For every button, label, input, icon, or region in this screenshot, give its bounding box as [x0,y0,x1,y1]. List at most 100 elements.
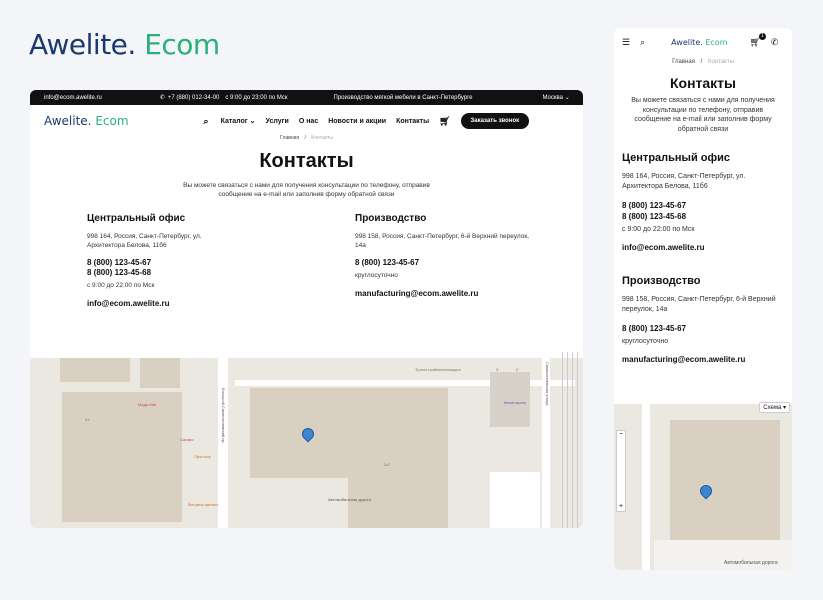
mobile-production-address: 998 158, Россия, Санкт-Петербург, 6-й Ве… [622,296,776,313]
city-select[interactable]: Москва ⌄ [542,94,569,101]
nav-item-news[interactable]: Новости и акции [328,118,386,125]
zoom-in-icon[interactable]: + [617,503,625,511]
production-block: Производство 998 158, Россия, Санкт-Пете… [355,213,530,298]
map-railway [562,352,582,528]
production-address: 998 158, Россия, Санкт-Петербург, 6-й Ве… [355,233,529,249]
topbar-hours: с 9:00 до 23:00 по Мск [225,94,288,101]
mobile-office-email[interactable]: info@ecom.awelite.ru [622,243,782,252]
zoom-out-icon[interactable]: − [617,431,625,439]
office-phone-1[interactable]: 8 (800) 123-45-67 [87,258,237,268]
desktop-map[interactable]: Большой Сампсониевский пр. Сампсониевска… [30,352,583,528]
cart-icon[interactable]: 🛒︎ [439,116,450,127]
map-street-label: Сампсониевская улица [545,362,550,406]
map-house-number: 2 [516,367,519,372]
office-phone-2[interactable]: 8 (800) 123-45-68 [87,268,237,278]
mobile-top-bar: ☰ ⌕ Awelite. Ecom 🛒︎ 1 ✆ [614,28,792,56]
breadcrumb-home[interactable]: Главная [280,135,299,141]
nav-logo-part1: Awelite. [44,114,92,128]
nav-item-services[interactable]: Услуги [266,118,289,125]
map-building [62,392,182,522]
map-house-number: 23 [85,417,90,422]
nav-catalog-label: Каталог [220,118,248,125]
map-type-label: Схема [763,405,782,411]
cart-badge: 1 [758,32,766,40]
search-icon[interactable]: ⌕ [204,116,209,127]
mobile-office-phone-2[interactable]: 8 (800) 123-45-68 [622,211,782,222]
cart-icon[interactable]: 🛒︎ 1 [749,32,766,48]
map-org-label: Трансстроймеханизация [415,367,461,372]
brand-part2: Ecom [144,28,220,61]
map-building [348,388,448,528]
page-lead: Вы можете связаться с нами для получения… [183,182,430,198]
map-building [670,420,780,540]
map-type-select[interactable]: Схема ▾ [759,402,790,413]
brand-part1: Awelite. [29,28,136,61]
topbar-phone[interactable]: +7 (880) 012-34-00 [168,95,220,101]
main-nav: Awelite. Ecom ⌕ Каталог ⌄ Услуги О нас Н… [30,105,583,137]
production-phone[interactable]: 8 (800) 123-45-67 [355,258,530,268]
mobile-production-phone[interactable]: 8 (800) 123-45-67 [622,323,782,334]
map-house-number: 3 [496,367,499,372]
map-poi-label: Автомобильная дорога [328,497,371,502]
breadcrumb: Главная / Контакты [30,135,583,141]
mobile-office-block: Центральный офис 998 164, Россия, Санкт-… [622,152,782,252]
topbar-promo: Производство мягкой мебели в Санкт-Петер… [333,94,473,101]
office-hours: с 9:00 до 22:00 по Мск [87,282,155,289]
desktop-screenshot: info@ecom.awelite.ru ✆ +7 (880) 012-34-0… [30,90,583,528]
map-building [250,388,350,478]
mobile-office-hours: с 9:00 до 22:00 по Мск [622,226,695,233]
nav-logo-part2: Ecom [95,114,129,128]
office-block: Центральный офис 998 164, Россия, Санкт-… [87,213,237,308]
map-poi-label: Магистраль [504,400,526,405]
mobile-breadcrumb: Главная / Контакты [614,59,792,65]
mobile-breadcrumb-home[interactable]: Главная [672,59,695,65]
mobile-production-email[interactable]: manufacturing@ecom.awelite.ru [622,355,782,364]
mobile-office-phone-1[interactable]: 8 (800) 123-45-67 [622,200,782,211]
production-title: Производство [355,213,427,224]
mobile-production-title: Производство [622,275,701,287]
map-poi-label: Витрина фитнес [188,502,219,507]
mobile-screenshot: ☰ ⌕ Awelite. Ecom 🛒︎ 1 ✆ Главная / Контак… [614,28,792,570]
map-poi-label: Автомобильная дорога [724,560,778,566]
map-poi-label: Простоф [194,454,211,459]
office-title: Центральный офис [87,213,186,224]
mobile-breadcrumb-sep: / [700,59,703,65]
map-poi-label: Сакэро [180,437,194,442]
breadcrumb-current: Контакты [311,135,333,141]
map-zoom-control[interactable]: − + [616,430,626,512]
top-bar: info@ecom.awelite.ru ✆ +7 (880) 012-34-0… [30,90,583,105]
production-hours: круглосуточно [355,272,398,279]
map-road [642,400,650,570]
mobile-page-title: Контакты [669,75,736,91]
production-email[interactable]: manufacturing@ecom.awelite.ru [355,289,530,298]
mobile-map[interactable]: − + Схема ▾ Автомобильная дорога [614,400,792,570]
chevron-down-icon: ⌄ [564,95,570,101]
nav-item-contacts[interactable]: Контакты [396,118,429,125]
mobile-breadcrumb-current: Контакты [707,59,734,65]
mobile-logo-part2: Ecom [705,37,728,47]
phone-icon[interactable]: ✆ [771,37,779,48]
mobile-logo-part1: Awelite. [671,37,703,47]
map-building [60,358,130,382]
office-address: 998 164, Россия, Санкт-Петербург, ул. Ар… [87,233,202,249]
mobile-production-hours: круглосуточно [622,338,669,345]
mobile-office-title: Центральный офис [622,152,730,164]
breadcrumb-sep: / [304,135,306,141]
page-title: Контакты [259,150,354,172]
search-icon[interactable]: ⌕ [640,37,645,48]
brand-logo: Awelite. Ecom [29,28,220,61]
nav-item-about[interactable]: О нас [299,118,318,125]
phone-icon: ✆ [159,95,165,101]
menu-icon[interactable]: ☰ [622,37,630,48]
nav-logo[interactable]: Awelite. Ecom [44,114,129,128]
topbar-email[interactable]: info@ecom.awelite.ru [44,95,102,101]
office-email[interactable]: info@ecom.awelite.ru [87,299,237,308]
mobile-logo[interactable]: Awelite. Ecom [671,38,727,47]
order-call-button[interactable]: Заказать звонок [460,113,530,129]
city-label: Москва [542,95,563,101]
nav-item-catalog[interactable]: Каталог ⌄ [221,117,256,125]
map-road [490,472,540,528]
map-house-number: 2к7 [384,462,391,467]
mobile-production-block: Производство 998 158, Россия, Санкт-Пете… [622,275,782,364]
mobile-page-lead: Вы можете связаться с нами для получения… [631,97,775,133]
